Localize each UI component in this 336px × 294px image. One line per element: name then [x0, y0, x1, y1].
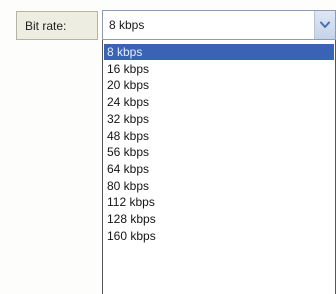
dropdown-option[interactable]: 64 kbps	[104, 161, 334, 177]
bit-rate-options-list[interactable]: 8 kbps 16 kbps 20 kbps 24 kbps 32 kbps 48 kbp…	[102, 40, 336, 294]
dropdown-option[interactable]: 48 kbps	[104, 128, 334, 144]
dropdown-option[interactable]: 128 kbps	[104, 211, 334, 227]
dropdown-option[interactable]: 80 kbps	[104, 178, 334, 194]
dropdown-option[interactable]: 32 kbps	[104, 111, 334, 127]
bit-rate-panel: Bit rate: 8 kbps 8 kbps 16 kbps 20 kbps 24 …	[0, 0, 336, 294]
dropdown-option[interactable]: 24 kbps	[104, 94, 334, 110]
dropdown-option[interactable]: 16 kbps	[104, 61, 334, 77]
dropdown-option[interactable]: 20 kbps	[104, 77, 334, 93]
dropdown-option[interactable]: 8 kbps	[104, 44, 334, 60]
bit-rate-label-text: Bit rate:	[25, 18, 67, 33]
chevron-down-icon[interactable]	[314, 11, 335, 39]
bit-rate-selected-value: 8 kbps	[109, 18, 145, 32]
bit-rate-select[interactable]: 8 kbps	[102, 10, 336, 40]
dropdown-option[interactable]: 112 kbps	[104, 194, 334, 210]
dropdown-option[interactable]: 160 kbps	[104, 228, 334, 244]
bit-rate-label: Bit rate:	[16, 11, 98, 40]
dropdown-option[interactable]: 56 kbps	[104, 144, 334, 160]
